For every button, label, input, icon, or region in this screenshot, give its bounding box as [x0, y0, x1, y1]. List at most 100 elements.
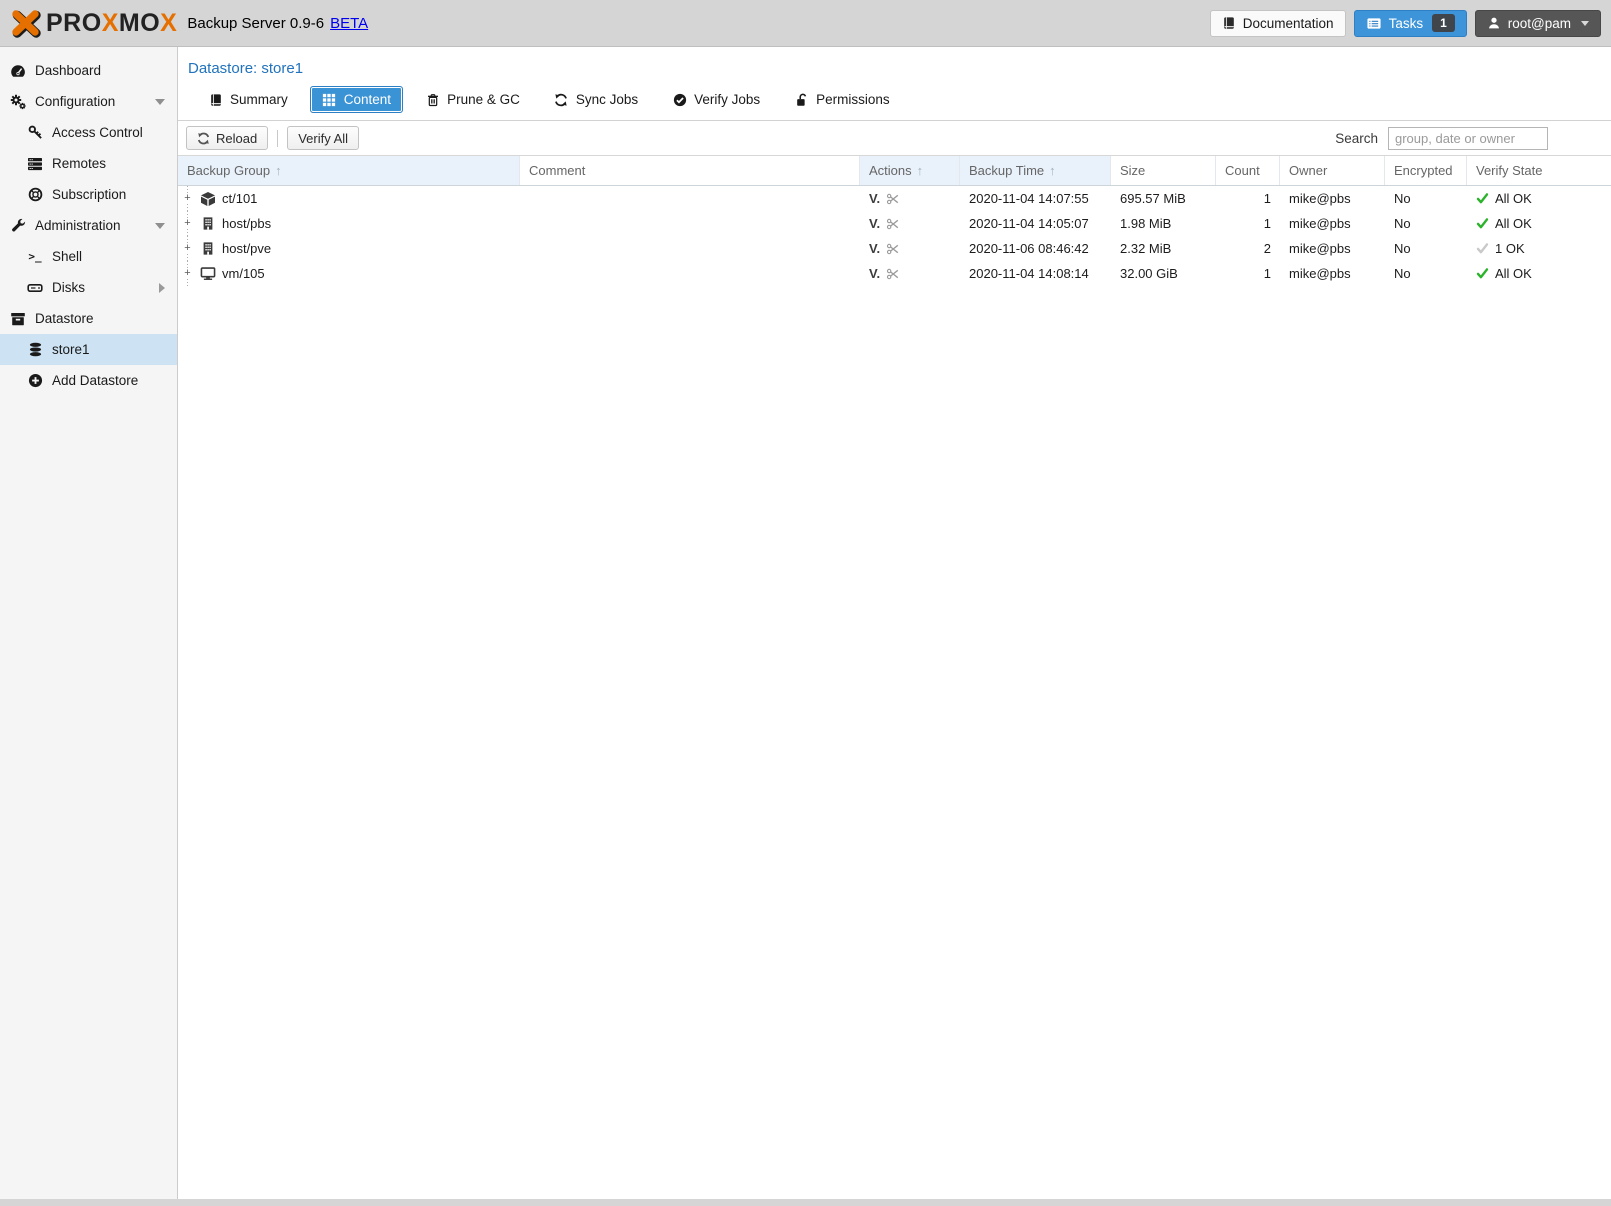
column-header-count[interactable]: Count [1216, 156, 1280, 185]
expand-icon[interactable] [182, 211, 194, 236]
sidebar-item-label: Disks [52, 280, 85, 295]
user-label: root@pam [1508, 16, 1571, 31]
reload-label: Reload [216, 131, 257, 146]
prune-action-icon[interactable] [886, 267, 900, 281]
backup-group-label: host/pbs [222, 216, 271, 231]
hdd-icon [27, 280, 43, 296]
tab-label: Summary [230, 92, 288, 107]
sidebar-item-label: Administration [35, 218, 121, 233]
sidebar-item-store1[interactable]: store1 [0, 334, 177, 365]
tab-bar: Summary Content Prune & GC [196, 86, 1611, 120]
backup-time-cell: 2020-11-04 14:07:55 [960, 186, 1111, 211]
tab-sync-jobs[interactable]: Sync Jobs [542, 86, 650, 113]
proxmox-x-icon [10, 9, 42, 38]
tasks-list-icon [1366, 16, 1382, 31]
column-header-encrypted[interactable]: Encrypted [1385, 156, 1467, 185]
tab-verify-jobs[interactable]: Verify Jobs [660, 86, 772, 113]
trash-icon [425, 92, 440, 107]
verify-state-label: All OK [1495, 266, 1532, 281]
verify-action[interactable]: V. [869, 191, 880, 206]
encrypted-cell: No [1385, 236, 1467, 261]
user-menu-button[interactable]: root@pam [1475, 10, 1601, 37]
dashboard-icon [10, 63, 26, 79]
verify-action[interactable]: V. [869, 216, 880, 231]
host-icon [200, 241, 216, 257]
vm-icon [200, 266, 216, 282]
size-cell: 695.57 MiB [1111, 186, 1216, 211]
sidebar-item-label: Subscription [52, 187, 126, 202]
table-row[interactable]: vm/105 V. 2020-11-04 14:08:14 32.00 GiB … [178, 261, 1611, 286]
sidebar-item-datastore[interactable]: Datastore [0, 303, 177, 334]
column-label: Backup Time [969, 163, 1044, 178]
check-icon [1476, 192, 1489, 205]
size-cell: 2.32 MiB [1111, 236, 1216, 261]
encrypted-cell: No [1385, 186, 1467, 211]
expand-icon[interactable] [182, 236, 194, 261]
tab-label: Prune & GC [447, 92, 520, 107]
sidebar-item-disks[interactable]: Disks [0, 272, 177, 303]
column-header-actions[interactable]: Actions ↑ [860, 156, 960, 185]
search-input[interactable] [1388, 127, 1548, 150]
wrench-icon [10, 218, 26, 234]
tasks-button[interactable]: Tasks 1 [1354, 10, 1467, 37]
column-header-comment[interactable]: Comment [520, 156, 860, 185]
check-icon [1476, 242, 1489, 255]
proxmox-logo[interactable]: PROXMOX [10, 9, 177, 38]
sidebar-item-remotes[interactable]: Remotes [0, 148, 177, 179]
caret-right-icon[interactable] [159, 283, 165, 293]
owner-cell: mike@pbs [1280, 236, 1385, 261]
table-row[interactable]: ct/101 V. 2020-11-04 14:07:55 695.57 MiB… [178, 186, 1611, 211]
sidebar-item-label: store1 [52, 342, 90, 357]
sidebar-item-shell[interactable]: >_ Shell [0, 241, 177, 272]
expand-icon[interactable] [182, 186, 194, 211]
terminal-icon: >_ [27, 249, 43, 265]
expand-icon[interactable] [182, 261, 194, 286]
page-title: Datastore: store1 [178, 47, 1611, 78]
sidebar-item-dashboard[interactable]: Dashboard [0, 55, 177, 86]
reload-button[interactable]: Reload [186, 126, 268, 150]
verify-action[interactable]: V. [869, 266, 880, 281]
sidebar-item-label: Configuration [35, 94, 115, 109]
comment-cell [520, 236, 860, 261]
documentation-button[interactable]: Documentation [1210, 10, 1346, 37]
sidebar-item-add-datastore[interactable]: Add Datastore [0, 365, 177, 396]
column-label: Count [1225, 163, 1260, 178]
verify-all-button[interactable]: Verify All [287, 126, 359, 150]
backup-time-cell: 2020-11-04 14:05:07 [960, 211, 1111, 236]
column-header-size[interactable]: Size [1111, 156, 1216, 185]
prune-action-icon[interactable] [886, 217, 900, 231]
caret-down-icon[interactable] [155, 223, 165, 229]
grid-icon [322, 92, 337, 107]
refresh-icon [197, 132, 210, 145]
top-bar: PROXMOX Backup Server 0.9-6 BETA Documen… [0, 0, 1611, 47]
tab-prune-gc[interactable]: Prune & GC [413, 86, 532, 113]
column-header-verify-state[interactable]: Verify State [1467, 156, 1611, 185]
caret-down-icon[interactable] [155, 99, 165, 105]
sort-asc-icon: ↑ [917, 163, 924, 178]
tab-permissions[interactable]: Permissions [782, 86, 902, 113]
table-row[interactable]: host/pbs V. 2020-11-04 14:05:07 1.98 MiB… [178, 211, 1611, 236]
verify-all-label: Verify All [298, 131, 348, 146]
book-icon [208, 92, 223, 107]
column-label: Size [1120, 163, 1145, 178]
prune-action-icon[interactable] [886, 192, 900, 206]
key-icon [27, 125, 43, 141]
tab-content[interactable]: Content [310, 86, 403, 113]
verify-state-label: 1 OK [1495, 241, 1525, 256]
column-header-owner[interactable]: Owner [1280, 156, 1385, 185]
beta-link[interactable]: BETA [330, 15, 368, 32]
owner-cell: mike@pbs [1280, 211, 1385, 236]
sidebar-item-configuration[interactable]: Configuration [0, 86, 177, 117]
sidebar-item-subscription[interactable]: Subscription [0, 179, 177, 210]
prune-action-icon[interactable] [886, 242, 900, 256]
table-row[interactable]: host/pve V. 2020-11-06 08:46:42 2.32 MiB… [178, 236, 1611, 261]
tab-summary[interactable]: Summary [196, 86, 300, 113]
sidebar-item-access-control[interactable]: Access Control [0, 117, 177, 148]
verify-action[interactable]: V. [869, 241, 880, 256]
column-header-backup-group[interactable]: Backup Group ↑ [178, 156, 520, 185]
column-header-backup-time[interactable]: Backup Time ↑ [960, 156, 1111, 185]
owner-cell: mike@pbs [1280, 261, 1385, 286]
sync-icon [554, 92, 569, 107]
backup-group-label: host/pve [222, 241, 271, 256]
sidebar-item-administration[interactable]: Administration [0, 210, 177, 241]
